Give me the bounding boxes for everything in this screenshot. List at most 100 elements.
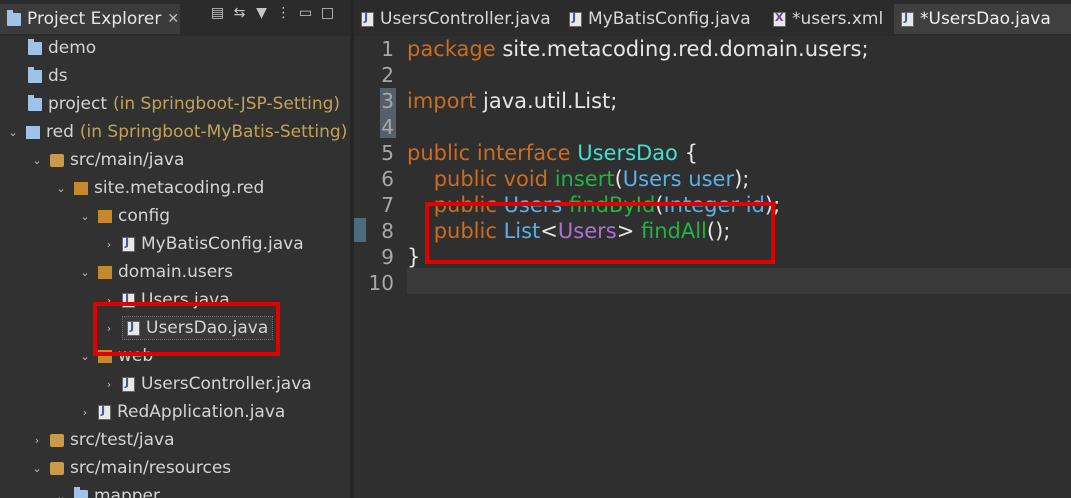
line-number: 3	[381, 89, 394, 113]
source-folder-icon	[50, 153, 64, 167]
code-line-9: }	[407, 244, 420, 270]
tree-item-demo[interactable]: demo	[28, 34, 96, 62]
package-icon	[98, 209, 112, 223]
type-name: Users	[622, 167, 682, 191]
tree-item-red[interactable]: ⌄ red (in Springboot-MyBatis-Setting)	[6, 118, 347, 146]
editor-tab-bar: UsersController.java MyBatisConfig.java …	[354, 0, 1071, 36]
tab-mybatisconfig[interactable]: MyBatisConfig.java	[562, 4, 754, 34]
folder-icon	[28, 94, 42, 111]
tab-usersdao[interactable]: *UsersDao.java	[894, 4, 1071, 34]
tree-item-label: site.metacoding.red	[94, 178, 265, 198]
line-number: 7	[381, 193, 394, 217]
tree-item-location: (in Springboot-JSP-Setting)	[113, 94, 341, 114]
keyword: void	[496, 167, 549, 191]
code-text: {	[677, 141, 698, 165]
tree-item-site-metacoding-red[interactable]: ⌄ site.metacoding.red	[54, 174, 264, 202]
maximize-icon[interactable]: □	[320, 5, 335, 21]
tree-item-label: project	[48, 94, 108, 114]
explorer-toolbar: ▤ ⇆ ▼ ⋮ ▭ □	[210, 5, 335, 21]
code-line-6: public void insert(Users user);	[407, 166, 750, 192]
project-explorer-title: Project Explorer	[27, 9, 162, 29]
folder-icon	[28, 66, 42, 83]
code-text: }	[407, 245, 421, 269]
line-number: 10	[368, 271, 394, 295]
java-file-icon	[98, 404, 111, 420]
current-line-highlight	[407, 268, 1071, 294]
code-text: site.metacoding.red.domain.users;	[495, 37, 869, 61]
chevron-right-icon[interactable]: ›	[30, 434, 44, 447]
project-explorer-icon	[7, 9, 21, 26]
tree-item-src-test-java[interactable]: › src/test/java	[30, 426, 175, 454]
tree-item-mapper[interactable]: ⌄ mapper	[54, 482, 160, 498]
chevron-down-icon[interactable]: ⌄	[78, 210, 92, 223]
tab-label: *users.xml	[792, 9, 884, 29]
collapse-all-icon[interactable]: ▤	[210, 5, 225, 21]
tree-item-redapplication[interactable]: › RedApplication.java	[78, 398, 286, 426]
tree-item-mybatisconfig[interactable]: › MyBatisConfig.java	[102, 230, 304, 258]
view-menu-icon[interactable]: ⋮	[276, 5, 291, 21]
code-area[interactable]: 1 2 3 4 5 6 7 8 9 10 package site.metaco…	[354, 36, 1071, 498]
java-file-icon	[901, 11, 914, 27]
tree-item-label: src/test/java	[70, 430, 175, 450]
tree-item-config[interactable]: ⌄ config	[78, 202, 170, 230]
chevron-down-icon[interactable]: ⌄	[78, 266, 92, 279]
method-name: insert	[548, 167, 615, 191]
tree-item-label: ds	[48, 66, 68, 86]
tree-item-label: MyBatisConfig.java	[141, 234, 304, 254]
chevron-down-icon[interactable]: ⌄	[30, 462, 44, 475]
chevron-down-icon[interactable]: ⌄	[30, 154, 44, 167]
line-number: 9	[381, 245, 394, 269]
highlight-box-findall	[425, 202, 775, 264]
tree-item-domain-users[interactable]: ⌄ domain.users	[78, 258, 233, 286]
line-number: 4	[381, 115, 394, 139]
tree-item-userscontroller[interactable]: › UsersController.java	[102, 370, 312, 398]
tab-userscontroller[interactable]: UsersController.java	[354, 4, 554, 34]
keyword: import	[407, 89, 477, 113]
keyword: public	[407, 141, 471, 165]
chevron-right-icon[interactable]: ›	[78, 406, 92, 419]
tree-item-ds[interactable]: ds	[28, 62, 68, 90]
project-explorer-tab[interactable]: Project Explorer ✕	[0, 4, 180, 34]
highlight-box-usersdao	[93, 302, 280, 356]
close-icon[interactable]: ✕	[167, 11, 179, 27]
java-file-icon	[122, 236, 135, 252]
tab-label: UsersController.java	[380, 9, 551, 29]
chevron-down-icon[interactable]: ⌄	[54, 490, 68, 498]
chevron-down-icon[interactable]: ⌄	[6, 126, 20, 139]
folder-icon	[28, 38, 42, 55]
link-with-editor-icon[interactable]: ⇆	[232, 5, 247, 21]
tab-users-xml[interactable]: *users.xml	[766, 4, 896, 34]
keyword: interface	[470, 141, 571, 165]
tree-item-label: RedApplication.java	[117, 402, 286, 422]
tab-label: MyBatisConfig.java	[588, 9, 751, 29]
minimize-icon[interactable]: ▭	[298, 5, 313, 21]
tree-item-src-main-resources[interactable]: ⌄ src/main/resources	[30, 454, 231, 482]
tree-item-label: domain.users	[118, 262, 234, 282]
class-name: UsersDao	[570, 141, 678, 165]
tree-item-label: config	[118, 206, 171, 226]
tree-item-project[interactable]: project (in Springboot-JSP-Setting)	[28, 90, 340, 118]
java-file-icon	[122, 376, 135, 392]
project-explorer-header: Project Explorer ✕ ▤ ⇆ ▼ ⋮ ▭ □	[0, 0, 350, 36]
chevron-down-icon[interactable]: ⌄	[54, 182, 68, 195]
chevron-right-icon[interactable]: ›	[102, 378, 116, 391]
line-number: 8	[381, 219, 394, 243]
java-file-icon	[569, 11, 582, 27]
code-line-1: package site.metacoding.red.domain.users…	[407, 36, 869, 62]
tree-item-src-main-java[interactable]: ⌄ src/main/java	[30, 146, 184, 174]
gutter-marker	[354, 218, 366, 242]
chevron-down-icon[interactable]: ⌄	[78, 350, 92, 363]
keyword: package	[407, 37, 496, 61]
source-folder-icon	[50, 433, 64, 447]
chevron-right-icon[interactable]: ›	[102, 238, 116, 251]
tree-item-label: UsersController.java	[141, 374, 312, 394]
tab-label: *UsersDao.java	[920, 9, 1051, 29]
source-folder-icon	[50, 461, 64, 475]
code-text: );	[734, 167, 750, 191]
java-file-icon	[361, 11, 374, 27]
package-icon	[74, 181, 88, 195]
filter-icon[interactable]: ▼	[254, 5, 269, 21]
tree-item-location: (in Springboot-MyBatis-Setting)	[79, 122, 348, 142]
keyword: public	[407, 167, 497, 191]
line-number: 1	[381, 37, 394, 61]
